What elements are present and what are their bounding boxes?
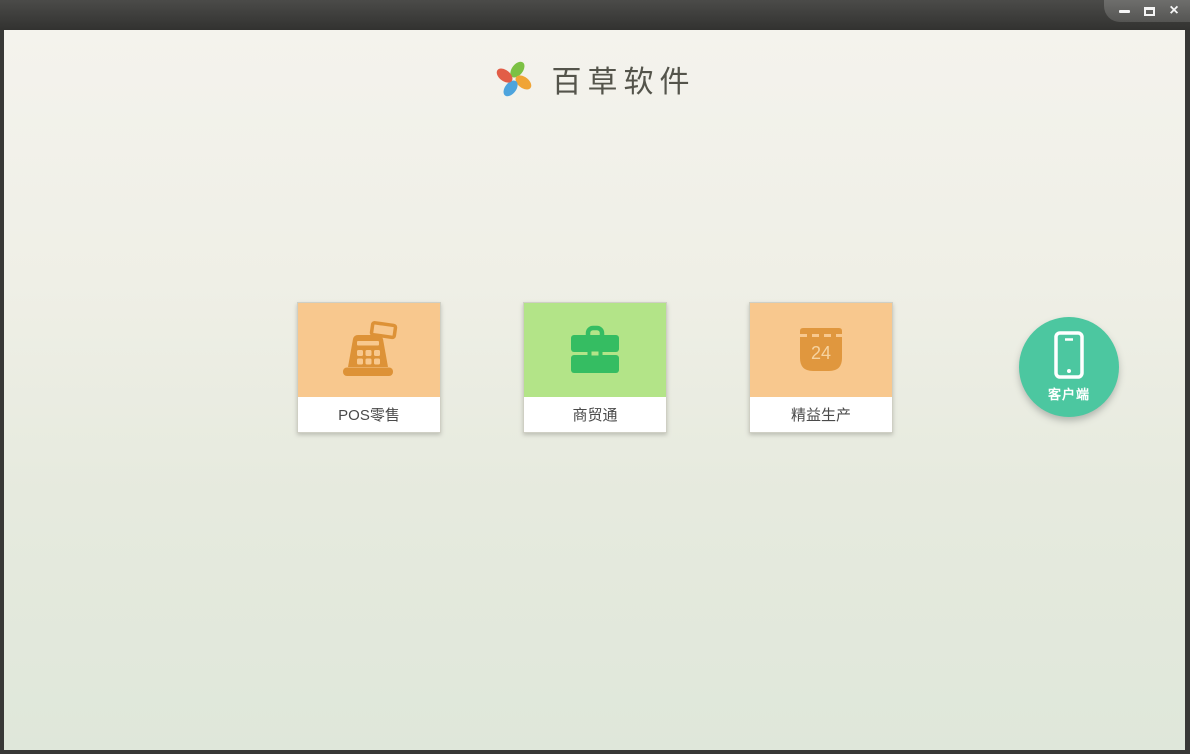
- close-icon: ×: [1169, 2, 1179, 19]
- smartphone-icon: [1054, 331, 1084, 379]
- calendar-day-number: 24: [811, 343, 831, 363]
- trade-label: 商贸通: [524, 397, 666, 432]
- window-controls: ×: [1104, 0, 1190, 22]
- product-card-trade[interactable]: 商贸通: [523, 302, 667, 433]
- titlebar: ×: [0, 0, 1190, 30]
- app-title: 百草软件: [551, 65, 696, 100]
- pinwheel-logo-icon: [496, 61, 531, 97]
- pos-label: POS零售: [298, 397, 440, 432]
- client-button[interactable]: 客户端: [1019, 317, 1119, 417]
- minimize-button[interactable]: [1116, 3, 1132, 19]
- close-button[interactable]: ×: [1166, 3, 1182, 19]
- pos-tile: [298, 303, 440, 397]
- minimize-icon: [1118, 9, 1130, 13]
- lean-label: 精益生产: [750, 397, 892, 432]
- maximize-icon: [1143, 6, 1155, 16]
- brand-header: 百草软件: [4, 56, 1185, 102]
- main-content: 百草软件 POS零售 商贸通 24 精益生产 客户端: [4, 30, 1185, 750]
- briefcase-icon: [571, 325, 619, 373]
- trade-tile: [524, 303, 666, 397]
- lean-tile: 24: [750, 303, 892, 397]
- product-card-lean[interactable]: 24 精益生产: [749, 302, 893, 433]
- product-card-pos[interactable]: POS零售: [297, 302, 441, 433]
- calendar-icon: 24: [800, 328, 842, 371]
- cash-register-icon: [343, 321, 398, 376]
- client-button-label: 客户端: [1047, 387, 1090, 402]
- maximize-button[interactable]: [1141, 3, 1157, 19]
